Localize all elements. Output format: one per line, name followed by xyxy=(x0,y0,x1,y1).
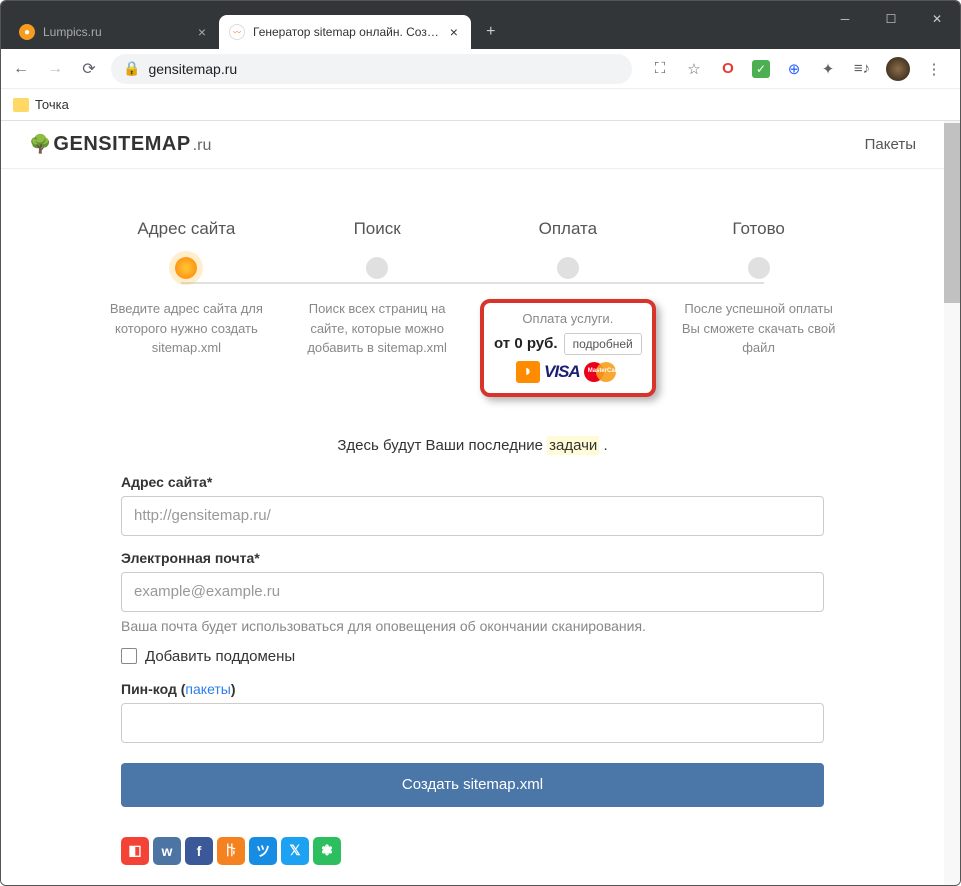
folder-icon xyxy=(13,98,29,112)
opera-icon[interactable]: O xyxy=(718,59,738,79)
lock-icon: 🔒 xyxy=(123,60,140,77)
bookmarks-bar: Точка xyxy=(1,89,960,121)
payment-icons: ◗ VISA MasterCard xyxy=(494,361,642,383)
step-desc: Поиск всех страниц на сайте, которые мож… xyxy=(292,299,462,358)
step-desc: После успешной оплаты Вы сможете скачать… xyxy=(674,299,844,358)
subdomains-checkbox[interactable] xyxy=(121,648,137,664)
pin-input[interactable] xyxy=(121,703,824,743)
step-title: Поиск xyxy=(354,219,401,239)
step-search: Поиск Поиск всех страниц на сайте, котор… xyxy=(282,219,473,397)
tab-gensitemap[interactable]: 〰 Генератор sitemap онлайн. Соз… × xyxy=(219,15,471,49)
facebook-icon[interactable]: f xyxy=(185,837,213,865)
step-title: Оплата xyxy=(539,219,597,239)
social-buttons: ◧ w f ꑛ ツ 𝕏 ❃ xyxy=(1,827,944,875)
email-input[interactable] xyxy=(121,572,824,612)
step-title: Готово xyxy=(732,219,785,239)
extensions-icon[interactable]: ✦ xyxy=(818,59,838,79)
evernote-icon[interactable]: ❃ xyxy=(313,837,341,865)
url-text: gensitemap.ru xyxy=(148,61,237,77)
maximize-button[interactable]: ☐ xyxy=(868,1,914,37)
visa-icon: VISA xyxy=(544,361,580,383)
logo[interactable]: 🌳 GENSITEMAP.ru xyxy=(29,133,211,156)
step-done: Готово После успешной оплаты Вы сможете … xyxy=(663,219,854,397)
ok-icon[interactable]: ꑛ xyxy=(217,837,245,865)
favicon-lumpics: ● xyxy=(19,24,35,40)
tab-lumpics[interactable]: ● Lumpics.ru × xyxy=(9,15,219,49)
sitemap-form: Адрес сайта* Электронная почта* Ваша поч… xyxy=(1,464,944,827)
logo-main: GENSITEMAP xyxy=(53,133,190,156)
step-desc: Введите адрес сайта для которого нужно с… xyxy=(101,299,271,358)
globe-icon[interactable]: ⊕ xyxy=(784,59,804,79)
moymir-icon[interactable]: ツ xyxy=(249,837,277,865)
url-bar[interactable]: 🔒 gensitemap.ru xyxy=(111,54,632,84)
step-circle xyxy=(366,257,388,279)
email-hint: Ваша почта будет использоваться для опов… xyxy=(121,618,824,634)
scrollbar-thumb[interactable] xyxy=(944,123,960,303)
pin-label: Пин-код (пакеты) xyxy=(121,681,824,697)
step-payment: Оплата Оплата услуги. от 0 руб. подробне… xyxy=(473,219,664,397)
vk-icon[interactable]: w xyxy=(153,837,181,865)
back-button[interactable]: ← xyxy=(9,57,33,81)
email-label: Электронная почта* xyxy=(121,550,824,566)
scrollbar[interactable] xyxy=(944,121,960,885)
close-icon[interactable]: × xyxy=(447,25,461,39)
minimize-button[interactable]: ─ xyxy=(822,1,868,37)
bookmark-item[interactable]: Точка xyxy=(35,97,69,112)
titlebar: ● Lumpics.ru × 〰 Генератор sitemap онлай… xyxy=(1,1,960,49)
step-circle xyxy=(557,257,579,279)
packages-link[interactable]: Пакеты xyxy=(865,136,916,153)
packages-link-inline[interactable]: пакеты xyxy=(185,681,230,697)
steps-wizard: Адрес сайта Введите адрес сайта для кото… xyxy=(1,169,944,417)
check-icon[interactable]: ✓ xyxy=(752,60,770,78)
submit-button[interactable]: Создать sitemap.xml xyxy=(121,763,824,807)
forward-button[interactable]: → xyxy=(43,57,67,81)
navbar: ← → ⟳ 🔒 gensitemap.ru ⛶ ☆ O ✓ ⊕ ✦ ≡♪ ⋮ xyxy=(1,49,960,89)
recent-tasks-text: Здесь будут Ваши последние задачи . xyxy=(1,417,944,464)
menu-icon[interactable]: ⋮ xyxy=(924,59,944,79)
price-text: от 0 руб. xyxy=(494,335,558,352)
new-tab-button[interactable]: + xyxy=(477,18,505,46)
step-circle xyxy=(175,257,197,279)
playlist-icon[interactable]: ≡♪ xyxy=(852,59,872,79)
site-header: 🌳 GENSITEMAP.ru Пакеты xyxy=(1,121,944,169)
avatar[interactable] xyxy=(886,57,910,81)
details-button[interactable]: подробней xyxy=(564,333,642,355)
twitter-icon[interactable]: 𝕏 xyxy=(281,837,309,865)
mastercard-icon: MasterCard xyxy=(584,361,620,383)
address-input[interactable] xyxy=(121,496,824,536)
subdomains-label: Добавить поддомены xyxy=(145,648,295,665)
star-icon[interactable]: ☆ xyxy=(684,59,704,79)
social-icon[interactable]: ◧ xyxy=(121,837,149,865)
desktop-icon[interactable]: ⛶ xyxy=(650,59,670,79)
close-icon[interactable]: × xyxy=(195,25,209,39)
tab-title: Генератор sitemap онлайн. Соз… xyxy=(253,25,439,39)
step-address: Адрес сайта Введите адрес сайта для кото… xyxy=(91,219,282,397)
yandex-money-icon: ◗ xyxy=(516,361,540,383)
step-desc: Оплата услуги. xyxy=(494,309,642,329)
tasks-link[interactable]: задачи xyxy=(547,436,599,455)
address-label: Адрес сайта* xyxy=(121,474,824,490)
close-button[interactable]: ✕ xyxy=(914,1,960,37)
reload-button[interactable]: ⟳ xyxy=(77,57,101,81)
tree-icon: 🌳 xyxy=(29,134,51,155)
logo-suffix: .ru xyxy=(193,137,212,155)
step-circle xyxy=(748,257,770,279)
favicon-gensitemap: 〰 xyxy=(229,24,245,40)
tab-title: Lumpics.ru xyxy=(43,25,187,39)
step-title: Адрес сайта xyxy=(137,219,235,239)
